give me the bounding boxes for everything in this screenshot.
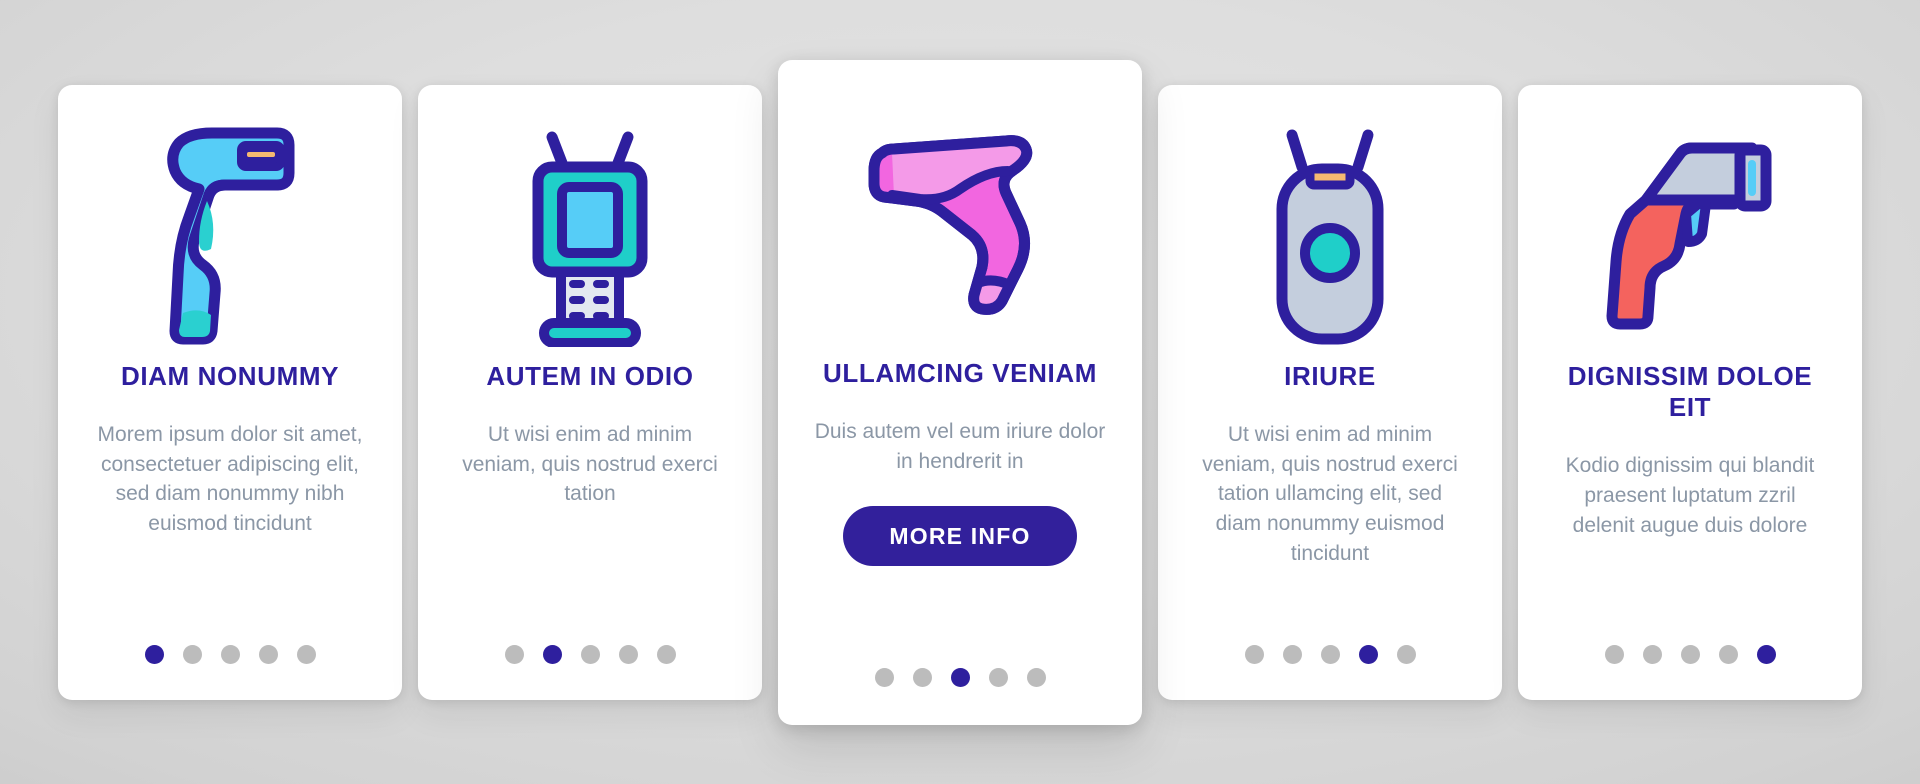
barcode-scanner-gun-pink-icon [800,90,1120,358]
pagination-dot-2[interactable] [1282,644,1302,664]
pagination-dots[interactable] [418,644,762,664]
pagination-dot-4[interactable] [1718,644,1738,664]
pagination-dot-2[interactable] [1642,644,1662,664]
pagination-dot-3[interactable] [1320,644,1340,664]
pagination-dot-1[interactable] [144,644,164,664]
pagination-dots[interactable] [1518,644,1862,664]
pagination-dot-3[interactable] [1680,644,1700,664]
pagination-dot-5[interactable] [656,644,676,664]
card-body-text: Duis autem vel eum iriure dolor in hendr… [814,419,1106,473]
pagination-dot-1[interactable] [874,667,894,687]
pagination-dot-2[interactable] [912,667,932,687]
onboarding-screens-illustration: DIAM NONUMMY Morem ipsum dolor sit amet,… [0,0,1920,784]
pagination-dot-3[interactable] [950,667,970,687]
barcode-scanner-gun-red-icon [1540,111,1840,361]
pagination-dot-1[interactable] [1244,644,1264,664]
pagination-dot-3[interactable] [580,644,600,664]
cards-row: DIAM NONUMMY Morem ipsum dolor sit amet,… [0,0,1920,784]
pagination-dot-2[interactable] [182,644,202,664]
pagination-dot-1[interactable] [1604,644,1624,664]
pagination-dot-4[interactable] [988,667,1008,687]
card-body-text: Ut wisi enim ad minim veniam, quis nostr… [462,422,718,506]
barcode-scanner-handheld-cyan-icon [80,111,380,361]
more-info-button[interactable]: MORE INFO [843,506,1077,567]
pagination-dots[interactable] [1158,644,1502,664]
barcode-wand-scanner-gray-icon [1180,111,1480,361]
onboarding-card-4[interactable]: IRIURE Ut wisi enim ad minim veniam, qui… [1158,84,1502,700]
pagination-dot-5[interactable] [1026,667,1046,687]
card-body-text: Ut wisi enim ad minim veniam, quis nostr… [1202,422,1458,565]
onboarding-card-5[interactable]: DIGNISSIM DOLOE EIT Kodio dignissim qui … [1518,84,1862,700]
pagination-dot-5[interactable] [1396,644,1416,664]
pagination-dot-5[interactable] [1756,644,1776,664]
pagination-dot-1[interactable] [504,644,524,664]
onboarding-card-3-featured[interactable]: ULLAMCING VENIAM Duis autem vel eum iriu… [778,59,1142,725]
barcode-terminal-keypad-teal-icon [440,111,740,361]
onboarding-card-2[interactable]: AUTEM IN ODIO Ut wisi enim ad minim veni… [418,84,762,700]
pagination-dot-4[interactable] [1358,644,1378,664]
card-title: AUTEM IN ODIO [486,360,694,391]
card-title: IRIURE [1284,360,1376,391]
pagination-dot-5[interactable] [296,644,316,664]
card-title: DIAM NONUMMY [120,360,340,391]
pagination-dots[interactable] [778,667,1142,687]
pagination-dot-2[interactable] [542,644,562,664]
pagination-dot-4[interactable] [258,644,278,664]
pagination-dot-4[interactable] [618,644,638,664]
card-title: ULLAMCING VENIAM [823,357,1097,388]
card-body-text: Morem ipsum dolor sit amet, consectetuer… [97,422,363,536]
pagination-dots[interactable] [58,644,402,664]
card-body-text: Kodio dignissim qui blandit praesent lup… [1565,453,1815,537]
card-title: DIGNISSIM DOLOE EIT [1567,360,1813,422]
pagination-dot-3[interactable] [220,644,240,664]
onboarding-card-1[interactable]: DIAM NONUMMY Morem ipsum dolor sit amet,… [58,84,402,700]
